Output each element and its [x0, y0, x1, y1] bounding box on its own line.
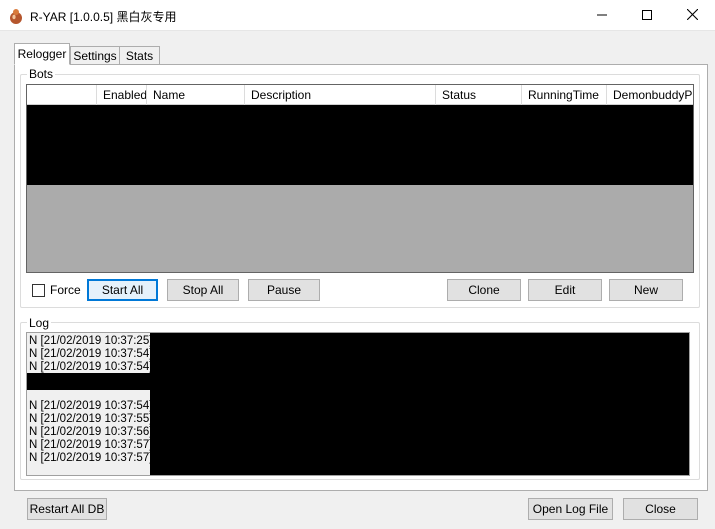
log-line: N [21/02/2019 10:37:57] — [29, 452, 153, 464]
new-button[interactable]: New — [609, 279, 683, 301]
grid-header: Enabled Name Description Status RunningT… — [27, 85, 693, 105]
bot-rows-redacted[interactable] — [27, 105, 693, 185]
bots-group-label: Bots — [27, 67, 56, 81]
log-redacted-area — [150, 333, 689, 475]
log-line: N [21/02/2019 10:37:25] — [29, 335, 153, 347]
column-header-runningtime[interactable]: RunningTime — [522, 85, 607, 105]
tab-relogger[interactable]: Relogger — [14, 43, 70, 65]
column-header-description[interactable]: Description — [245, 85, 436, 105]
app-icon — [9, 8, 23, 24]
log-group-label: Log — [27, 316, 52, 330]
column-header-demonbuddypid[interactable]: DemonbuddyPid — [607, 85, 693, 105]
column-header-enabled[interactable]: Enabled — [97, 85, 147, 105]
title-bar: R-YAR [1.0.0.5] 黑白灰专用 — [0, 0, 715, 31]
maximize-icon — [642, 9, 652, 23]
clone-button[interactable]: Clone — [447, 279, 521, 301]
minimize-button[interactable] — [579, 0, 625, 31]
log-line: N [21/02/2019 10:37:55] — [29, 413, 153, 425]
restart-all-db-button[interactable]: Restart All DB — [27, 498, 107, 520]
column-header-status[interactable]: Status — [436, 85, 522, 105]
bots-grid[interactable]: Enabled Name Description Status RunningT… — [26, 84, 694, 273]
log-lines: N [21/02/2019 10:37:25] N [21/02/2019 10… — [29, 335, 152, 465]
tab-settings[interactable]: Settings — [70, 46, 120, 65]
start-all-button[interactable]: Start All — [87, 279, 158, 301]
maximize-button[interactable] — [624, 0, 670, 31]
log-line: N [21/02/2019 10:37:54] — [29, 400, 153, 412]
close-window-button[interactable] — [669, 0, 715, 31]
window-title: R-YAR [1.0.0.5] 黑白灰专用 — [30, 10, 177, 24]
column-header-name[interactable]: Name — [147, 85, 245, 105]
minimize-icon — [597, 9, 607, 23]
stop-all-button[interactable]: Stop All — [167, 279, 239, 301]
log-line: N [21/02/2019 10:37:54] — [29, 348, 153, 360]
edit-button[interactable]: Edit — [528, 279, 602, 301]
log-line: N [21/02/2019 10:37:56] — [29, 426, 153, 438]
log-line: N [21/02/2019 10:37:57] — [29, 439, 153, 451]
close-button[interactable]: Close — [623, 498, 698, 520]
force-label[interactable]: Force — [50, 283, 81, 297]
force-checkbox[interactable] — [32, 284, 45, 297]
log-textbox[interactable]: N [21/02/2019 10:37:25] N [21/02/2019 10… — [26, 332, 690, 476]
tab-stats[interactable]: Stats — [119, 46, 160, 65]
log-line-redacted — [27, 373, 163, 390]
column-header-select[interactable] — [27, 85, 97, 105]
open-log-file-button[interactable]: Open Log File — [528, 498, 613, 520]
pause-button[interactable]: Pause — [248, 279, 320, 301]
close-icon — [686, 8, 698, 23]
